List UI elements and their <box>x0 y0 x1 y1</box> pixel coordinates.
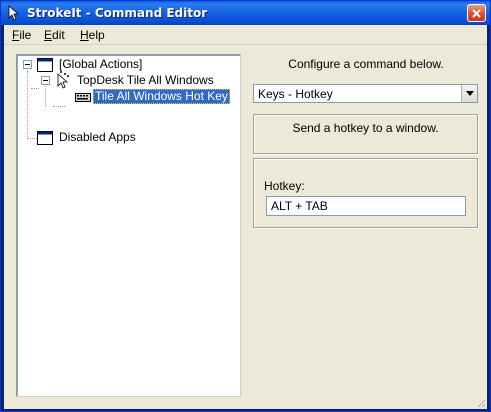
window-title: StrokeIt - Command Editor <box>27 6 208 20</box>
mouse-gesture-icon <box>57 71 69 89</box>
close-icon <box>472 8 481 18</box>
keyboard-icon <box>75 93 91 102</box>
tree-line <box>31 88 39 89</box>
tree-line <box>27 138 37 139</box>
command-description: Send a hotkey to a window. <box>292 121 439 135</box>
menu-help[interactable]: Help <box>76 27 109 43</box>
description-panel: Send a hotkey to a window. <box>253 114 478 154</box>
cursor-icon <box>8 5 20 21</box>
window-icon <box>37 131 53 145</box>
tree-node-disabled-apps[interactable]: Disabled Apps <box>57 130 138 145</box>
hotkey-value: ALT + TAB <box>271 199 328 213</box>
close-button[interactable] <box>467 4 486 22</box>
command-editor-window: StrokeIt - Command Editor File Edit Help <box>0 0 491 412</box>
tree-node-tile-all-windows-hot-key[interactable]: Tile All Windows Hot Key <box>93 89 230 104</box>
tree-line <box>27 71 28 137</box>
title-bar[interactable]: StrokeIt - Command Editor <box>1 1 490 25</box>
tree-node-global-actions[interactable]: [Global Actions] <box>57 57 144 72</box>
tree-node-topdesk-tile-all-windows[interactable]: TopDesk Tile All Windows <box>75 73 216 88</box>
action-tree[interactable]: [Global Actions] TopDesk Tile All Window… <box>16 54 241 397</box>
menu-bar: File Edit Help <box>4 25 487 45</box>
window-icon <box>37 58 53 72</box>
menu-file[interactable]: File <box>8 27 35 43</box>
expand-toggle-global-actions[interactable] <box>23 60 32 69</box>
command-type-value: Keys - Hotkey <box>258 87 333 101</box>
chevron-down-icon <box>465 91 474 96</box>
configure-heading: Configure a command below. <box>288 57 444 71</box>
client-area: File Edit Help [Global Actions] TopDesk … <box>4 25 487 409</box>
expand-toggle-topdesk[interactable] <box>41 76 50 85</box>
resize-grip-icon[interactable] <box>474 396 486 408</box>
command-type-dropdown[interactable]: Keys - Hotkey <box>253 84 478 103</box>
hotkey-input[interactable]: ALT + TAB <box>266 196 466 216</box>
menu-edit[interactable]: Edit <box>40 27 69 43</box>
tree-line <box>53 106 65 107</box>
dropdown-button[interactable] <box>461 85 477 102</box>
hotkey-panel: Hotkey: ALT + TAB <box>253 158 478 228</box>
hotkey-label: Hotkey: <box>264 179 305 193</box>
